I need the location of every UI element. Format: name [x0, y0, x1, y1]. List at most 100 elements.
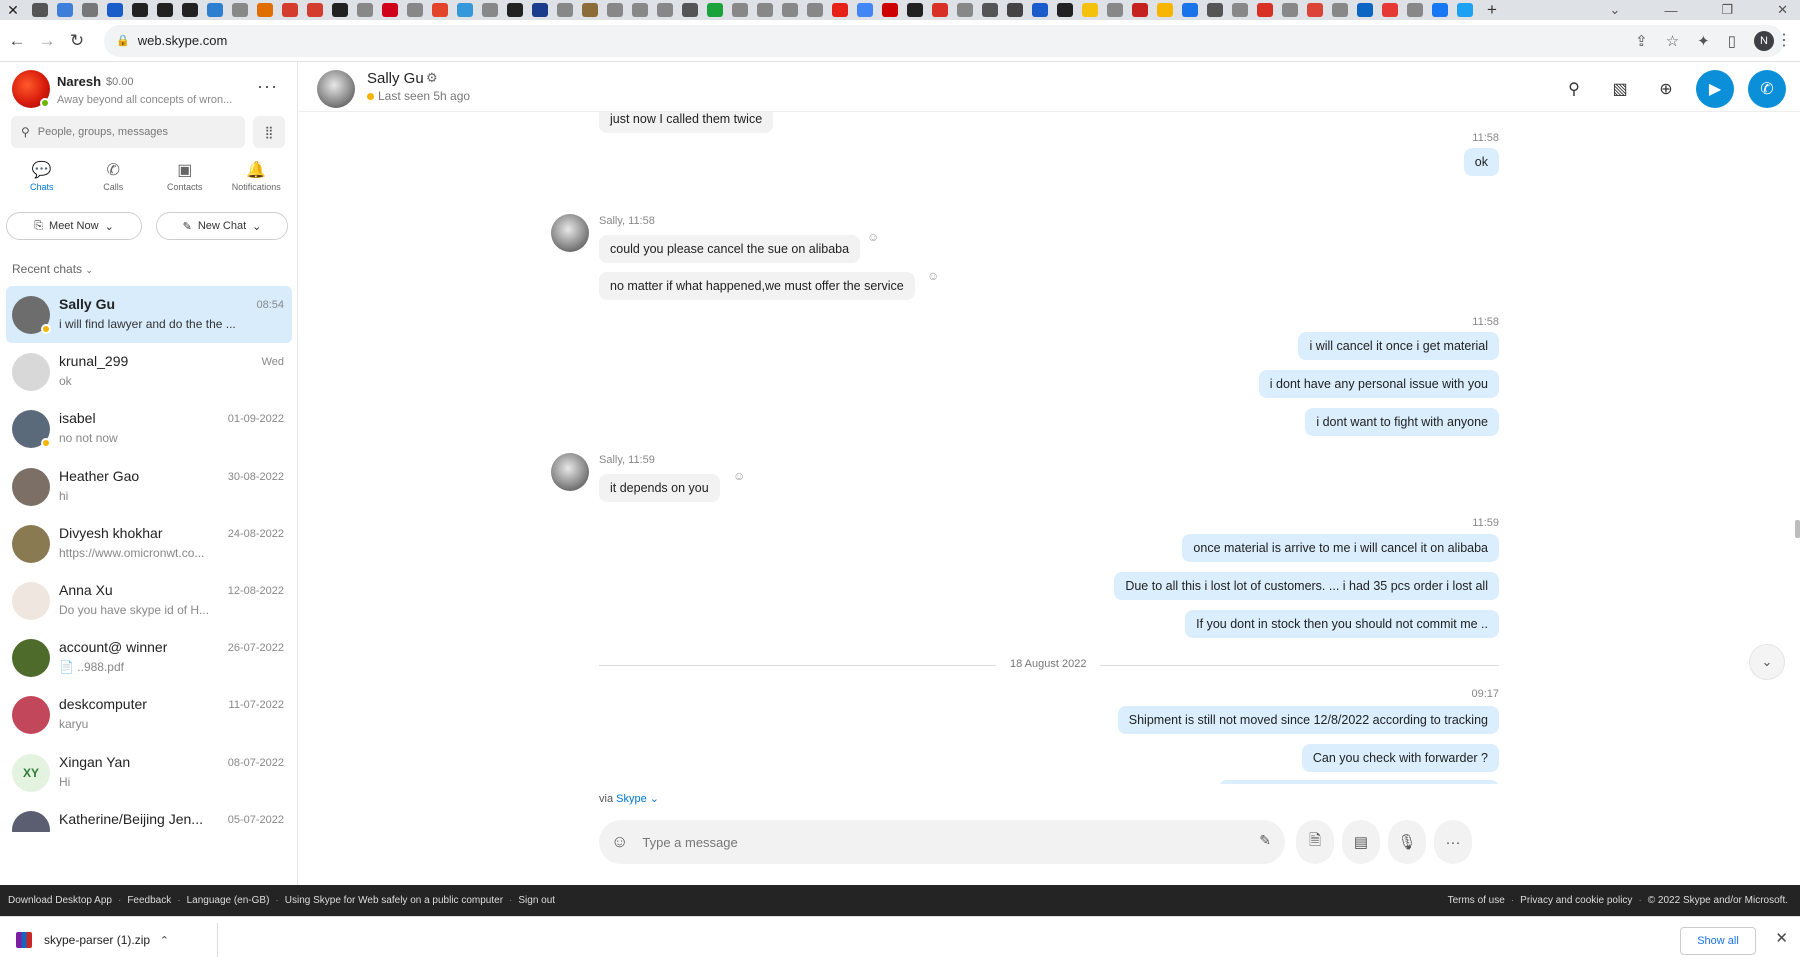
pinned-tab-favicon-icon[interactable] — [682, 3, 698, 17]
my-profile[interactable]: Naresh $0.00 Away beyond all concepts of… — [12, 68, 292, 112]
react-emoji-icon[interactable]: ☺ — [783, 112, 795, 115]
search-icon[interactable]: ⚲ — [1558, 73, 1590, 105]
react-emoji-icon[interactable]: ☺ — [867, 230, 879, 244]
chat-list-item[interactable]: Sally Gu 08:54 i will find lawyer and do t… — [6, 286, 292, 344]
pinned-tab-favicon-icon[interactable] — [207, 3, 223, 17]
outgoing-message[interactable]: Shipment is still not moved since 12/8/2… — [1117, 706, 1499, 734]
pinned-tab-favicon-icon[interactable] — [1257, 3, 1273, 17]
pinned-tab-favicon-icon[interactable] — [582, 3, 598, 17]
sidepanel-icon[interactable]: ▯ — [1728, 32, 1736, 50]
chat-list-item[interactable]: isabel 01-09-2022 no not now — [6, 400, 292, 457]
dialpad-icon[interactable]: ⣿ — [253, 116, 285, 148]
pinned-tab-favicon-icon[interactable] — [282, 3, 298, 17]
pinned-tab-favicon-icon[interactable] — [532, 3, 548, 17]
bookmark-star-icon[interactable]: ☆ — [1666, 32, 1679, 50]
extensions-icon[interactable]: ✦ — [1697, 32, 1710, 50]
pinned-tab-favicon-icon[interactable] — [957, 3, 973, 17]
avatar[interactable] — [12, 467, 50, 506]
pinned-tab-favicon-icon[interactable] — [857, 3, 873, 17]
chat-list-item[interactable]: Divyesh khokhar 24-08-2022 https://www.omi… — [6, 515, 292, 572]
pinned-tab-favicon-icon[interactable] — [1057, 3, 1073, 17]
avatar[interactable] — [12, 639, 50, 678]
recent-chats-header[interactable]: Recent chats ⌄ — [12, 262, 93, 276]
reload-icon[interactable]: ↻ — [64, 31, 90, 51]
share-icon[interactable]: ⇪ — [1635, 32, 1648, 50]
react-emoji-icon[interactable]: ☺ — [927, 269, 939, 283]
pinned-tab-favicon-icon[interactable] — [1407, 3, 1423, 17]
forward-icon[interactable]: → — [34, 31, 60, 51]
react-emoji-icon[interactable]: ☺ — [733, 469, 745, 483]
avatar[interactable] — [551, 214, 589, 252]
pinned-tab-favicon-icon[interactable] — [757, 3, 773, 17]
maximize-icon[interactable]: ❐ — [1721, 2, 1733, 18]
footer-link[interactable]: Using Skype for Web safely on a public c… — [285, 895, 503, 906]
footer-link[interactable]: Privacy and cookie policy — [1520, 895, 1632, 906]
pinned-tab-favicon-icon[interactable] — [432, 3, 448, 17]
pinned-tab-favicon-icon[interactable] — [57, 3, 73, 17]
outgoing-message[interactable]: once material is arrive to me i will can… — [1182, 534, 1499, 562]
url-field[interactable]: 🔒 web.skype.com ⇪ ☆ ✦ ▯ N — [104, 24, 1784, 57]
pinned-tab-favicon-icon[interactable] — [1232, 3, 1248, 17]
pinned-tab-favicon-icon[interactable] — [1282, 3, 1298, 17]
pinned-tab-favicon-icon[interactable] — [307, 3, 323, 17]
avatar[interactable] — [317, 70, 355, 108]
pinned-tab-favicon-icon[interactable] — [132, 3, 148, 17]
chat-list-item[interactable]: Heather Gao 30-08-2022 hi — [6, 458, 292, 515]
outgoing-message[interactable]: i dont have any personal issue with you — [1258, 370, 1499, 398]
emoji-icon[interactable]: ☺ — [611, 832, 628, 852]
attach-file-icon[interactable]: 🗎 — [1296, 820, 1334, 864]
chat-list-item[interactable]: deskcomputer 11-07-2022 karyu — [6, 686, 292, 743]
pinned-tab-favicon-icon[interactable] — [1207, 3, 1223, 17]
video-call-button[interactable]: ▶ — [1696, 70, 1734, 108]
pinned-tab-favicon-icon[interactable] — [1332, 3, 1348, 17]
pinned-tab-favicon-icon[interactable] — [332, 3, 348, 17]
chat-list-item[interactable]: XY Xingan Yan 08-07-2022 Hi — [6, 744, 292, 801]
avatar[interactable] — [12, 353, 50, 392]
pinned-tab-favicon-icon[interactable] — [357, 3, 373, 17]
more-options-icon[interactable]: ··· — [257, 76, 278, 97]
avatar[interactable] — [12, 696, 50, 735]
pinned-tab-favicon-icon[interactable] — [1182, 3, 1198, 17]
footer-link[interactable]: Download Desktop App — [8, 895, 112, 906]
incoming-message[interactable]: could you please cancel the sue on aliba… — [599, 235, 861, 263]
scrollbar-thumb[interactable] — [1795, 520, 1800, 538]
pinned-tab-favicon-icon[interactable] — [1032, 3, 1048, 17]
outgoing-message[interactable]: If you dont in stock then you should not… — [1185, 610, 1499, 638]
scroll-to-bottom-button[interactable]: ⌄ — [1749, 644, 1785, 680]
chat-list-item[interactable]: krunal_299 Wed ok — [6, 343, 292, 400]
format-pen-icon[interactable]: ✎ — [1259, 832, 1271, 849]
message-input[interactable]: ☺ Type a message ✎ — [599, 820, 1285, 864]
outgoing-message-partial[interactable] — [1219, 780, 1499, 784]
pinned-tab-favicon-icon[interactable] — [82, 3, 98, 17]
close-tab-icon[interactable]: ✕ — [0, 2, 26, 19]
pinned-tab-favicon-icon[interactable] — [882, 3, 898, 17]
contact-name[interactable]: Sally Gu — [367, 70, 424, 87]
pinned-tab-favicon-icon[interactable] — [107, 3, 123, 17]
download-item[interactable]: skype-parser (1).zip ⌃ — [8, 923, 218, 957]
contact-card-icon[interactable]: ▤ — [1342, 820, 1380, 864]
avatar[interactable] — [12, 524, 50, 563]
avatar[interactable] — [12, 810, 50, 832]
pinned-tab-favicon-icon[interactable] — [907, 3, 923, 17]
pinned-tab-favicon-icon[interactable] — [182, 3, 198, 17]
pinned-tab-favicon-icon[interactable] — [1307, 3, 1323, 17]
pinned-tab-favicon-icon[interactable] — [1457, 3, 1473, 17]
chevron-up-icon[interactable]: ⌃ — [160, 934, 169, 947]
avatar[interactable]: XY — [12, 753, 50, 792]
footer-link[interactable]: Feedback — [127, 895, 171, 906]
search-input[interactable]: ⚲ People, groups, messages — [11, 116, 245, 148]
incoming-message[interactable]: just now I called them twice — [599, 112, 774, 133]
pinned-tab-favicon-icon[interactable] — [782, 3, 798, 17]
chat-list-item[interactable]: account@ winner 26-07-2022 📄 ..988.pdf — [6, 629, 292, 686]
pinned-tab-favicon-icon[interactable] — [457, 3, 473, 17]
close-icon[interactable]: ✕ — [1775, 929, 1788, 947]
back-icon[interactable]: ← — [4, 31, 30, 51]
chat-list-item[interactable]: Katherine/Beijing Jen...05-07-2022ok — [6, 801, 292, 832]
pinned-tab-favicon-icon[interactable] — [507, 3, 523, 17]
pinned-tab-favicon-icon[interactable] — [732, 3, 748, 17]
new-chat-button[interactable]: ✎ New Chat ⌄ — [156, 212, 288, 240]
gallery-icon[interactable]: ▧ — [1604, 73, 1636, 105]
more-options-icon[interactable]: ··· — [1434, 820, 1472, 864]
outgoing-message[interactable]: Due to all this i lost lot of customers.… — [1114, 572, 1499, 600]
pinned-tab-favicon-icon[interactable] — [1357, 3, 1373, 17]
